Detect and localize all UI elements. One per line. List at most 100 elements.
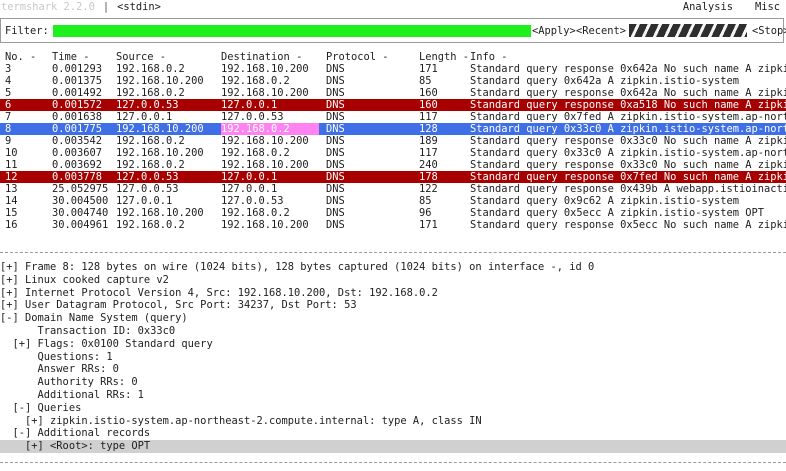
loading-progress-indicator	[629, 24, 747, 37]
packet-row[interactable]: 10 0.003607 192.168.10.200 192.168.0.2 DNS 11…	[0, 147, 786, 159]
header-info[interactable]: Info -	[470, 51, 508, 63]
cell-source: 192.168.10.200	[116, 207, 204, 219]
cell-source: 192.168.0.2	[116, 219, 185, 231]
app-title: termshark 2.2.0	[1, 1, 95, 13]
cell-no: 5	[5, 87, 12, 99]
detail-row[interactable]: Authority RRs: 0	[0, 376, 786, 389]
cell-time: 0.003542	[52, 135, 103, 147]
title-bar: termshark 2.2.0 | <stdin> Analysis Misc	[0, 0, 786, 14]
cell-no: 10	[5, 147, 18, 159]
header-protocol[interactable]: Protocol -	[326, 51, 389, 63]
packet-row[interactable]: 11 0.003692 192.168.0.2 192.168.10.200 DNS 24…	[0, 159, 786, 171]
pane-divider[interactable]	[0, 462, 786, 463]
detail-row[interactable]: [-] Domain Name System (query)	[0, 312, 786, 325]
cell-destination: 127.0.0.53	[221, 195, 284, 207]
cell-source: 192.168.10.200	[116, 147, 204, 159]
packet-row[interactable]: 7 0.001638 127.0.0.1 127.0.0.53 DNS 117 Standa…	[0, 111, 786, 123]
capture-source: <stdin>	[117, 1, 161, 13]
filter-label: Filter:	[5, 25, 49, 37]
cell-no: 7	[5, 111, 12, 123]
packet-row[interactable]: 16 30.004961 192.168.0.2 192.168.10.200 DNS 1…	[0, 219, 786, 231]
detail-row[interactable]: [-] Additional records	[0, 427, 786, 440]
packet-row[interactable]: 4 0.001375 192.168.10.200 192.168.0.2 DNS 85 S…	[0, 75, 786, 87]
packet-row[interactable]: 6 0.001572 127.0.0.53 127.0.0.1 DNS 160 Standa…	[0, 99, 786, 111]
detail-row[interactable]: [+] Frame 8: 128 bytes on wire (1024 bit…	[0, 261, 786, 274]
packet-row[interactable]: 14 30.004500 127.0.0.1 127.0.0.53 DNS 85 Stand…	[0, 195, 786, 207]
cell-source: 192.168.10.200	[116, 75, 204, 87]
detail-row[interactable]: [+] <Root>: type OPT	[0, 440, 786, 453]
cell-destination: 127.0.0.53	[221, 111, 284, 123]
detail-row[interactable]: [+] Linux cooked capture v2	[0, 274, 786, 287]
detail-row[interactable]: Answer RRs: 0	[0, 363, 786, 376]
cell-no: 14	[5, 195, 18, 207]
header-no[interactable]: No. -	[5, 51, 36, 63]
cell-info: Standard query 0x642a A zipkin.istio-sys…	[470, 75, 739, 87]
cell-info: Standard query response 0x5ecc No such n…	[470, 219, 786, 231]
cell-source: 127.0.0.1	[116, 111, 173, 123]
filter-input[interactable]	[53, 25, 531, 37]
detail-row[interactable]: Questions: 1	[0, 351, 786, 364]
cell-no: 11	[5, 159, 18, 171]
cell-length: 171	[419, 219, 438, 231]
cell-no: 9	[5, 135, 12, 147]
cell-length: 117	[419, 111, 438, 123]
detail-row[interactable]: [+] Flags: 0x0100 Standard query	[0, 338, 786, 351]
packet-list-header: No. - Time - Source - Destination - Prot…	[0, 51, 786, 63]
menu-misc[interactable]: Misc	[755, 1, 780, 13]
packet-row[interactable]: 5 0.001492 192.168.0.2 192.168.10.200 DNS 160…	[0, 87, 786, 99]
packet-row[interactable]: 15 30.004740 192.168.10.200 192.168.0.2 DNS 9…	[0, 207, 786, 219]
apply-button[interactable]: <Apply>	[532, 25, 576, 37]
packet-row[interactable]: 13 25.052975 127.0.0.53 127.0.0.1 DNS 122 Stan…	[0, 183, 786, 195]
cell-info: Standard query response 0x642a No such n…	[470, 87, 786, 99]
cell-protocol: DNS	[326, 195, 345, 207]
cell-destination: 192.168.10.200	[221, 135, 309, 147]
cell-time: 30.004961	[52, 219, 109, 231]
detail-row[interactable]: [-] Queries	[0, 402, 786, 415]
header-source[interactable]: Source -	[116, 51, 166, 63]
detail-row[interactable]: [+] Internet Protocol Version 4, Src: 19…	[0, 287, 786, 300]
detail-row[interactable]: [+] zipkin.istio-system.ap-northeast-2.c…	[0, 415, 786, 428]
header-length[interactable]: Length -	[419, 51, 469, 63]
cell-length: 117	[419, 147, 438, 159]
cell-protocol: DNS	[326, 111, 345, 123]
packet-row[interactable]: 8 0.001775 192.168.10.200 192.168.0.2 DNS 128…	[0, 123, 786, 135]
cell-no: 3	[5, 63, 12, 75]
cell-info: Standard query 0x7fed A zipkin.istio-sys…	[470, 111, 786, 123]
pane-divider[interactable]	[0, 252, 786, 253]
packet-details: [+] Frame 8: 128 bytes on wire (1024 bit…	[0, 261, 786, 453]
header-time[interactable]: Time -	[52, 51, 90, 63]
stop-button[interactable]: <Stop>	[752, 25, 786, 37]
recent-button[interactable]: <Recent>	[576, 25, 626, 37]
cell-length: 122	[419, 183, 438, 195]
cell-protocol: DNS	[326, 123, 345, 135]
cell-no: 15	[5, 207, 18, 219]
cell-destination: 192.168.0.2	[221, 147, 290, 159]
detail-row[interactable]: Additional RRs: 1	[0, 389, 786, 402]
packet-row[interactable]: 12 0.003778 127.0.0.53 127.0.0.1 DNS 178 Stand…	[0, 171, 786, 183]
cell-time: 0.003778	[52, 171, 103, 183]
cell-length: 171	[419, 63, 438, 75]
cell-info: Standard query response 0x33c0 No such n…	[470, 159, 786, 171]
detail-row[interactable]: [+] User Datagram Protocol, Src Port: 34…	[0, 299, 786, 312]
menu-analysis[interactable]: Analysis	[683, 1, 733, 13]
cell-source: 192.168.10.200	[116, 123, 204, 135]
cell-no: 8	[5, 123, 12, 135]
cell-destination: 192.168.10.200	[221, 159, 309, 171]
cell-info: Standard query 0x5ecc A zipkin.istio-sys…	[470, 207, 765, 219]
packet-row[interactable]: 3 0.001293 192.168.0.2 192.168.10.200 DNS 171…	[0, 63, 786, 75]
cell-destination: 127.0.0.1	[221, 99, 278, 111]
packet-rows: 3 0.001293 192.168.0.2 192.168.10.200 DNS 171…	[0, 63, 786, 231]
cell-protocol: DNS	[326, 147, 345, 159]
cell-source: 192.168.0.2	[116, 87, 185, 99]
cell-destination: 127.0.0.1	[221, 183, 278, 195]
cell-source: 192.168.0.2	[116, 159, 185, 171]
cell-destination: 127.0.0.1	[221, 171, 278, 183]
cell-no: 16	[5, 219, 18, 231]
cell-info: Standard query 0x9c62 A zipkin.istio-sys…	[470, 195, 739, 207]
cell-length: 96	[419, 207, 432, 219]
packet-row[interactable]: 9 0.003542 192.168.0.2 192.168.10.200 DNS 189…	[0, 135, 786, 147]
header-destination[interactable]: Destination -	[221, 51, 302, 63]
cell-no: 12	[5, 171, 18, 183]
detail-row[interactable]: Transaction ID: 0x33c0	[0, 325, 786, 338]
cell-protocol: DNS	[326, 135, 345, 147]
